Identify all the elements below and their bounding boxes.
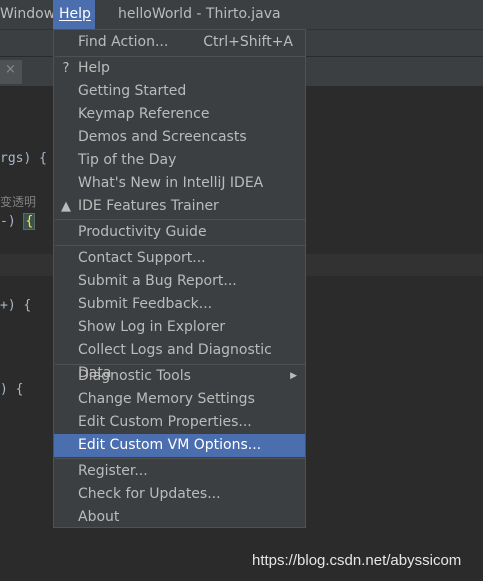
tip-of-day-label: Tip of the Day — [78, 152, 177, 168]
code-line-text: -) — [0, 214, 24, 229]
menu-item-whats-new[interactable]: What's New in IntelliJ IDEA — [54, 172, 305, 195]
submit-bug-label: Submit a Bug Report... — [78, 273, 237, 289]
code-line: +) { — [0, 298, 32, 313]
find-action-shortcut: Ctrl+Shift+A — [203, 34, 293, 50]
graduation-cap-icon: ▲ — [61, 199, 71, 214]
menu-item-about[interactable]: About — [54, 506, 305, 529]
help-icon: ? — [62, 61, 70, 76]
close-icon[interactable]: × — [5, 62, 16, 77]
menu-item-help[interactable]: ? Help — [54, 57, 305, 80]
menu-item-show-log[interactable]: Show Log in Explorer — [54, 316, 305, 339]
submenu-arrow-icon: ▶ — [290, 371, 297, 381]
menu-bar: Window Help helloWorld - Thirto.java — [0, 0, 483, 29]
menu-item-demos[interactable]: Demos and Screencasts — [54, 126, 305, 149]
menu-item-getting-started[interactable]: Getting Started — [54, 80, 305, 103]
menu-item-collect-logs[interactable]: Collect Logs and Diagnostic Data — [54, 339, 305, 381]
find-action-label: Find Action... — [78, 34, 169, 50]
menu-item-diagnostic-tools[interactable]: Diagnostic Tools ▶ — [54, 365, 305, 388]
submit-feedback-label: Submit Feedback... — [78, 296, 213, 312]
menu-separator — [55, 245, 305, 246]
edit-vm-options-label: Edit Custom VM Options... — [78, 437, 262, 453]
menu-help-label: Help — [59, 6, 91, 22]
help-menu-dropdown: Find Action... Ctrl+Shift+A ? Help Getti… — [53, 29, 306, 528]
code-line: -) { — [0, 213, 36, 230]
code-line: rgs) { — [0, 151, 47, 166]
menu-item-edit-properties[interactable]: Edit Custom Properties... — [54, 411, 305, 434]
menu-item-ide-trainer[interactable]: ▲ IDE Features Trainer — [54, 195, 305, 218]
about-label: About — [78, 509, 120, 525]
edit-properties-label: Edit Custom Properties... — [78, 414, 252, 430]
getting-started-label: Getting Started — [78, 83, 187, 99]
menu-window[interactable]: Window — [0, 0, 55, 29]
window-title: helloWorld - Thirto.java — [118, 6, 281, 22]
keymap-reference-label: Keymap Reference — [78, 106, 210, 122]
menu-item-check-updates[interactable]: Check for Updates... — [54, 483, 305, 506]
menu-item-edit-vm-options[interactable]: Edit Custom VM Options... — [54, 434, 305, 457]
check-updates-label: Check for Updates... — [78, 486, 221, 502]
diagnostic-tools-label: Diagnostic Tools — [78, 368, 191, 384]
menu-separator — [55, 458, 305, 459]
code-comment: 变透明 — [0, 195, 37, 209]
menu-item-tip-of-day[interactable]: Tip of the Day — [54, 149, 305, 172]
menu-item-change-memory[interactable]: Change Memory Settings — [54, 388, 305, 411]
code-line: ) { — [0, 382, 24, 397]
help-label: Help — [78, 60, 110, 76]
menu-item-productivity-guide[interactable]: Productivity Guide — [54, 221, 305, 244]
menu-item-contact-support[interactable]: Contact Support... — [54, 247, 305, 270]
menu-item-register[interactable]: Register... — [54, 460, 305, 483]
menu-item-find-action[interactable]: Find Action... Ctrl+Shift+A — [54, 31, 305, 54]
menu-separator — [55, 219, 305, 220]
menu-help[interactable]: Help — [53, 0, 95, 29]
menu-item-submit-bug[interactable]: Submit a Bug Report... — [54, 270, 305, 293]
menu-item-submit-feedback[interactable]: Submit Feedback... — [54, 293, 305, 316]
demos-label: Demos and Screencasts — [78, 129, 247, 145]
whats-new-label: What's New in IntelliJ IDEA — [78, 175, 264, 191]
productivity-guide-label: Productivity Guide — [78, 224, 207, 240]
ide-trainer-label: IDE Features Trainer — [78, 198, 219, 214]
show-log-label: Show Log in Explorer — [78, 319, 226, 335]
watermark-text: https://blog.csdn.net/abyssicom — [252, 552, 462, 569]
matched-brace: { — [23, 213, 36, 230]
menu-item-keymap-reference[interactable]: Keymap Reference — [54, 103, 305, 126]
register-label: Register... — [78, 463, 148, 479]
contact-support-label: Contact Support... — [78, 250, 206, 266]
change-memory-label: Change Memory Settings — [78, 391, 255, 407]
